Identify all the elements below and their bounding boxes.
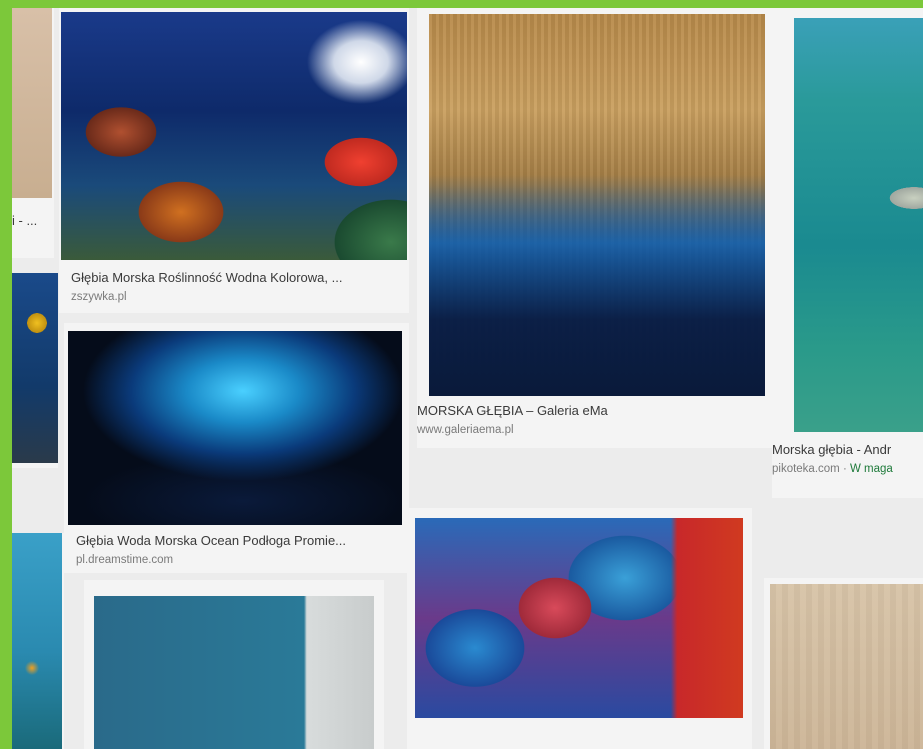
result-title[interactable]: Głębia Morska Roślinność Wodna Kolorowa,… [71,270,401,285]
result-title[interactable]: Głębia Woda Morska Ocean Podłoga Promie.… [76,533,401,548]
result-thumbnail[interactable] [415,518,743,718]
in-store-badge[interactable]: W maga [850,463,893,475]
result-card-wall[interactable] [84,580,384,749]
result-card-left-1[interactable]: i - ... [12,8,54,258]
result-thumbnail[interactable] [770,584,923,749]
result-card-boat[interactable]: Morska głębia - Andr pikoteka.com · W ma… [772,8,923,498]
result-thumbnail[interactable] [12,8,52,198]
result-source-domain[interactable]: pikoteka.com · [772,463,850,475]
result-title[interactable]: MORSKA GŁĘBIA – Galeria eMa [417,403,757,418]
result-source[interactable]: pikoteka.com · W maga [772,463,923,475]
result-thumbnail[interactable] [94,596,374,749]
result-card-textile[interactable] [407,508,752,749]
result-thumbnail[interactable] [12,273,58,463]
result-title[interactable]: i - ... [12,213,37,228]
result-card-left-3[interactable] [12,533,64,749]
result-thumbnail[interactable] [61,12,407,260]
result-thumbnail[interactable] [794,18,923,432]
result-thumbnail[interactable] [429,14,765,396]
result-source[interactable]: pl.dreamstime.com [76,554,401,566]
result-card-wood[interactable] [764,578,923,749]
result-source[interactable]: www.galeriaema.pl [417,424,757,436]
result-thumbnail[interactable] [12,533,62,749]
image-results-page: i - ... Głębia Morska Roślinność Wodna K… [12,8,923,749]
result-thumbnail[interactable] [68,331,402,525]
result-card-reef[interactable]: Głębia Morska Roślinność Wodna Kolorowa,… [59,8,409,313]
result-title[interactable]: Morska głębia - Andr [772,442,923,457]
result-source[interactable]: zszywka.pl [71,291,401,303]
result-card-deep[interactable]: Głębia Woda Morska Ocean Podłoga Promie.… [64,323,409,573]
result-card-left-2[interactable] [12,273,58,468]
result-card-abstract[interactable]: MORSKA GŁĘBIA – Galeria eMa www.galeriae… [417,8,772,448]
